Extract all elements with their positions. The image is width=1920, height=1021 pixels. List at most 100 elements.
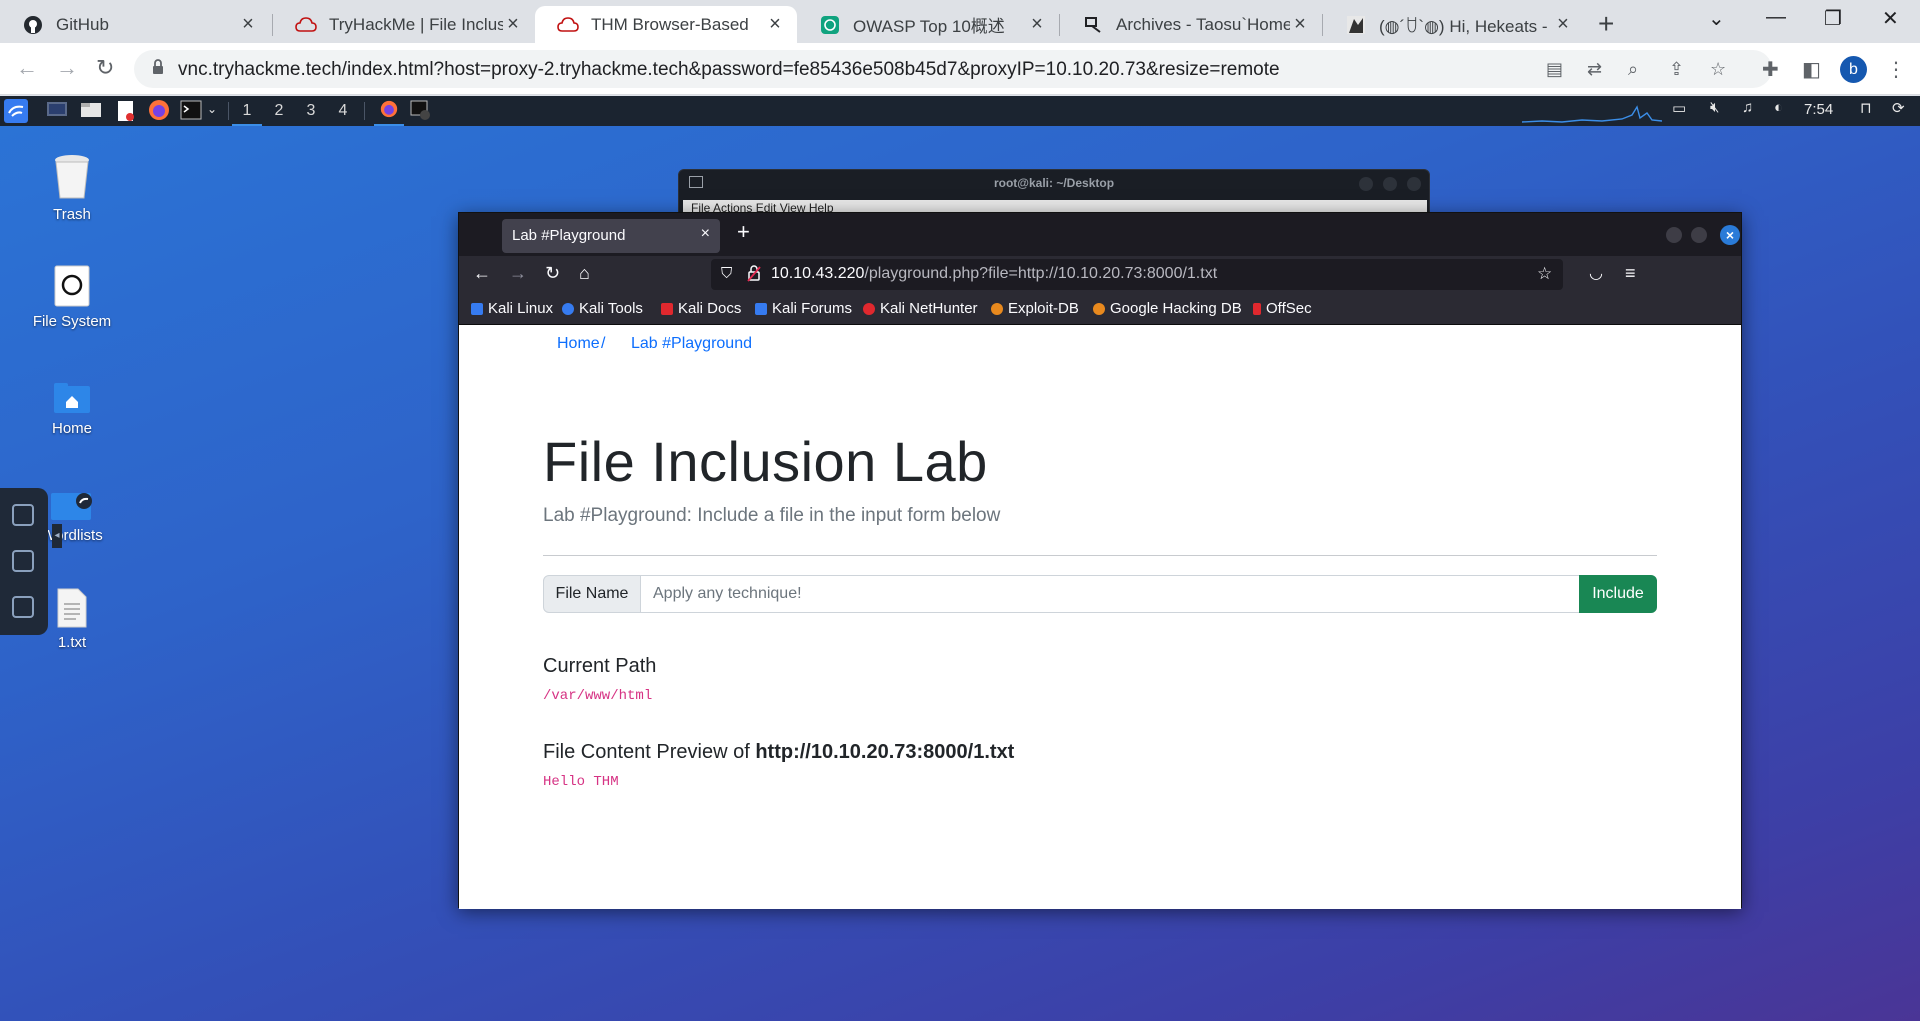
lock-screen-icon[interactable]: ⊓ (1860, 99, 1872, 117)
firefox-menu-icon[interactable]: ≡ (1625, 263, 1636, 284)
workspace-3[interactable]: 3 (296, 96, 326, 126)
bookmark-kali-nethunter[interactable]: Kali NetHunter (863, 300, 978, 317)
firefox-icon[interactable] (148, 99, 170, 125)
close-icon[interactable]: × (503, 13, 523, 36)
window-close-button[interactable]: ✕ (1882, 6, 1899, 31)
chrome-tab-owasp[interactable]: OWASP Top 10概述 × (797, 6, 1059, 43)
pocket-icon[interactable]: ◡ (1589, 263, 1603, 283)
taskbar-firefox-icon[interactable] (374, 96, 404, 126)
include-button[interactable]: Include (1579, 575, 1657, 613)
notification-bell-icon[interactable]: ♫ (1742, 99, 1753, 116)
chrome-tab-tryhackme[interactable]: TryHackMe | File Inclusion × (273, 6, 535, 43)
chevron-down-icon[interactable]: ⌄ (207, 102, 217, 116)
firefox-url-bar[interactable]: ⛉ 10.10.43.220/playground.php?file=http:… (711, 259, 1563, 290)
minimize-button[interactable]: — (1766, 6, 1786, 29)
firefox-minimize-button[interactable] (1666, 227, 1682, 243)
chrome-tab-github[interactable]: GitHub × (0, 6, 270, 43)
panel-divider (364, 102, 365, 120)
clipboard-icon[interactable]: ▤ (1546, 59, 1563, 80)
back-icon[interactable]: ← (473, 263, 491, 284)
close-icon[interactable]: × (238, 13, 258, 36)
tab-label: (◍´ꇴ`◍) Hi, Hekeats - 【T (1379, 17, 1553, 36)
profile-avatar[interactable]: b (1840, 56, 1867, 83)
chrome-tab-hekeats[interactable]: (◍´ꇴ`◍) Hi, Hekeats - 【T × (1323, 6, 1585, 43)
reload-icon[interactable]: ↻ (545, 263, 560, 284)
bookmark-offsec[interactable]: OffSec (1253, 300, 1312, 317)
clipboard-icon[interactable] (12, 550, 34, 572)
new-tab-button[interactable]: + (1598, 8, 1614, 40)
drive-icon (12, 259, 132, 307)
terminal-icon[interactable] (180, 100, 202, 124)
keyboard-icon[interactable] (12, 504, 34, 526)
close-icon[interactable]: × (765, 13, 785, 36)
bookmark-exploit-db[interactable]: Exploit-DB (991, 300, 1079, 317)
kali-menu-icon[interactable] (4, 99, 28, 127)
firefox-window: Lab #Playground × + × ← → ↻ ⌂ ⛉ 10.10.43… (458, 212, 1742, 909)
breadcrumb-separator: / (601, 335, 606, 352)
workspace-4[interactable]: 4 (328, 96, 358, 126)
power-icon[interactable]: ◐ (1774, 99, 1783, 116)
close-icon[interactable]: × (701, 225, 710, 243)
back-icon[interactable]: ← (16, 55, 38, 81)
close-icon[interactable]: × (1553, 13, 1573, 36)
forward-icon[interactable]: → (56, 55, 78, 81)
zoom-icon[interactable]: ⌕ (1628, 59, 1638, 80)
text-editor-icon[interactable] (116, 100, 136, 126)
workspace-1[interactable]: 1 (232, 96, 262, 126)
tryhackme-icon (295, 14, 317, 36)
tab-label: THM Browser-Based (591, 14, 749, 34)
bookmark-kali-forums[interactable]: Kali Forums (755, 300, 852, 317)
home-icon[interactable]: ⌂ (579, 263, 590, 284)
desktop-icon-home[interactable]: Home (12, 366, 132, 437)
workspace-2[interactable]: 2 (264, 96, 294, 126)
bookmark-kali-tools[interactable]: Kali Tools (562, 300, 643, 317)
chrome-tab-archives[interactable]: Archives - Taosu`Home × (1060, 6, 1322, 43)
mute-icon[interactable]: 🔇︎ (1710, 99, 1719, 116)
taskbar-terminal-icon[interactable] (410, 100, 430, 124)
bookmark-google-hacking-db[interactable]: Google Hacking DB (1093, 300, 1242, 317)
desktop-icon-file-system[interactable]: File System (12, 259, 132, 330)
firefox-maximize-button[interactable] (1691, 227, 1707, 243)
terminal-close-button[interactable] (1407, 177, 1421, 191)
bookmark-star-icon[interactable]: ☆ (1710, 59, 1726, 80)
bookmark-kali-docs[interactable]: Kali Docs (661, 300, 741, 317)
desktop-icon-label: File System (32, 313, 112, 330)
screen-icon[interactable]: ▭ (1672, 99, 1686, 117)
close-icon[interactable]: × (1027, 13, 1047, 36)
forward-icon[interactable]: → (509, 263, 527, 284)
firefox-new-tab-button[interactable]: + (737, 219, 750, 245)
terminal-minimize-button[interactable] (1359, 177, 1373, 191)
chrome-menu-icon[interactable]: ⋮ (1886, 57, 1906, 82)
terminal-maximize-button[interactable] (1383, 177, 1397, 191)
show-desktop-icon[interactable] (46, 100, 68, 124)
file-name-input[interactable] (640, 575, 1580, 613)
kali-docs-icon (661, 302, 673, 315)
fullscreen-icon[interactable] (12, 596, 34, 618)
desktop-icon-trash[interactable]: Trash (12, 152, 132, 223)
breadcrumb-current[interactable]: Lab #Playground (631, 335, 752, 353)
breadcrumb-home[interactable]: Home (557, 335, 600, 353)
firefox-tab-playground[interactable]: Lab #Playground × (502, 219, 720, 253)
translate-icon[interactable]: ⇄ (1587, 59, 1602, 80)
tab-search-icon[interactable]: ⌄ (1708, 6, 1725, 31)
panel-clock[interactable]: 7:54 (1804, 101, 1833, 118)
shield-icon[interactable]: ⛉ (721, 265, 732, 282)
url-host: 10.10.43.220 (771, 265, 865, 282)
bookmark-kali-linux[interactable]: Kali Linux (471, 300, 553, 317)
restore-button[interactable]: ❐ (1824, 6, 1842, 31)
extensions-icon[interactable]: ✚ (1762, 57, 1779, 82)
share-icon[interactable]: ⇪ (1669, 59, 1684, 80)
close-icon[interactable]: × (1290, 13, 1310, 36)
chrome-tab-thm-browser[interactable]: THM Browser-Based × (535, 6, 797, 43)
bookmark-label: OffSec (1266, 300, 1312, 317)
insecure-lock-icon[interactable] (747, 264, 761, 287)
side-panel-icon[interactable]: ◧ (1802, 57, 1821, 82)
dock-collapse-handle[interactable]: ◂ (52, 524, 62, 548)
chrome-tab-strip: GitHub × TryHackMe | File Inclusion × TH… (0, 0, 1920, 43)
bookmark-star-icon[interactable]: ☆ (1537, 264, 1552, 284)
address-bar[interactable]: vnc.tryhackme.tech/index.html?host=proxy… (134, 50, 1772, 88)
firefox-close-button[interactable]: × (1720, 225, 1740, 245)
file-manager-icon[interactable] (80, 100, 102, 124)
logout-icon[interactable]: ⟳ (1892, 99, 1905, 117)
reload-icon[interactable]: ↻ (96, 55, 114, 81)
